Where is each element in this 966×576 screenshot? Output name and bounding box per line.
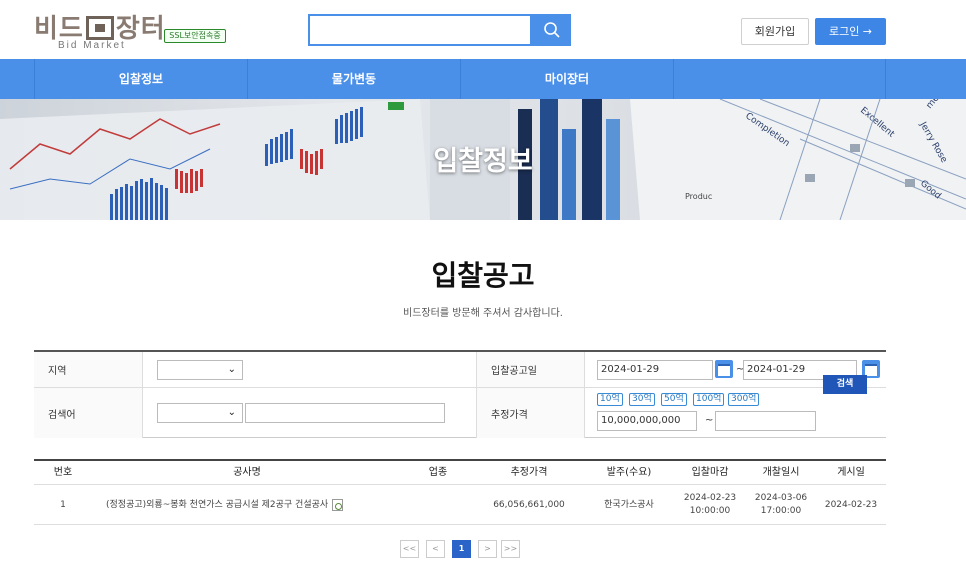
logo-subtitle: Bid Market: [58, 40, 126, 51]
region-select[interactable]: ⌄: [157, 360, 243, 380]
price-to-field[interactable]: [715, 411, 816, 431]
region-cell: ⌄: [142, 352, 476, 387]
row-deadline: 2024-02-23 10:00:00: [674, 485, 746, 525]
ssl-badge: SSL보안접속중: [164, 29, 226, 43]
prev-page-button[interactable]: <: [426, 540, 445, 558]
date-from-field[interactable]: 2024-01-29: [597, 360, 713, 380]
price-chip-300[interactable]: 300억: [728, 393, 760, 406]
price-chip-10[interactable]: 10억: [597, 393, 623, 406]
nav-item-empty: [673, 59, 886, 99]
nav-item-bid-info[interactable]: 입찰정보: [34, 59, 247, 99]
last-page-button[interactable]: >>: [501, 540, 520, 558]
search-input[interactable]: [308, 14, 532, 46]
row-number: 1: [60, 499, 66, 510]
column-header-opening: 개찰일시: [762, 467, 800, 478]
keyword-cell: ⌄: [142, 388, 476, 438]
page-title: 입찰공고: [431, 259, 535, 292]
price-label: 추정가격: [476, 388, 584, 438]
row-opening-date: 2024-03-06: [754, 493, 808, 503]
first-page-button[interactable]: <<: [400, 540, 419, 558]
keyword-label: 검색어: [34, 388, 142, 438]
row-opening: 2024-03-06 17:00:00: [746, 485, 816, 525]
form-row-keyword-price: 검색어 ⌄ 추정가격 10억 30억 50억 100억 300억 10,000,…: [34, 388, 886, 438]
site-header: 비드 장터 Bid Market SSL보안접속중 회원가입 로그인 →: [0, 0, 966, 59]
page-subtitle: 비드장터를 방문해 주셔서 감사합니다.: [403, 308, 563, 319]
login-button[interactable]: 로그인 →: [815, 18, 886, 45]
search-icon: [543, 22, 560, 38]
next-page-button[interactable]: >: [478, 540, 497, 558]
row-deadline-time: 10:00:00: [689, 506, 731, 516]
search-button[interactable]: [532, 14, 571, 46]
column-header-name: 공사명: [233, 467, 261, 478]
site-logo[interactable]: 비드 장터 Bid Market: [34, 8, 165, 56]
form-search-button[interactable]: 검색: [823, 375, 867, 394]
column-header-posted: 게시일: [837, 467, 865, 478]
calendar-icon[interactable]: [715, 360, 733, 378]
table-header: 번호 공사명 업종 추정가격 발주(수요) 입찰마감 개찰일시 게시일: [34, 459, 886, 485]
price-from-field[interactable]: 10,000,000,000: [597, 411, 697, 431]
row-deadline-date: 2024-02-23: [683, 493, 737, 503]
price-cell: 10억 30억 50억 100억 300억 10,000,000,000 ~: [584, 388, 886, 438]
row-price: 66,056,661,000: [493, 499, 565, 510]
date-label: 입찰공고일: [476, 352, 584, 387]
main-nav: 입찰정보 물가변동 마이장터: [0, 59, 966, 99]
page-number-button[interactable]: 1: [452, 540, 471, 558]
column-header-price: 추정가격: [510, 467, 548, 478]
banner-word-produc: Produc: [685, 192, 712, 201]
region-label: 지역: [34, 352, 142, 387]
price-chip-100[interactable]: 100억: [693, 393, 725, 406]
logo-box-icon: [85, 16, 114, 40]
nav-item-price-change[interactable]: 물가변동: [247, 59, 460, 99]
row-posted: 2024-02-23: [824, 499, 878, 510]
row-industry: [402, 485, 474, 525]
keyword-type-select[interactable]: ⌄: [157, 403, 243, 423]
chevron-down-icon: ⌄: [227, 407, 236, 418]
bid-title-link[interactable]: (정정공고)외룡~봉화 천연가스 공급시설 제2공구 건설공사: [106, 499, 328, 512]
chevron-down-icon: ⌄: [227, 364, 236, 375]
keyword-input[interactable]: [245, 403, 445, 423]
banner-title: 입찰정보: [433, 146, 533, 177]
price-chip-30[interactable]: 30억: [629, 393, 655, 406]
hero-banner: Completion Excellent Good Jerry Rose men…: [0, 99, 966, 220]
document-icon[interactable]: [332, 499, 344, 511]
signup-button[interactable]: 회원가입: [741, 18, 809, 45]
row-name-cell: (정정공고)외룡~봉화 천연가스 공급시설 제2공구 건설공사: [92, 485, 402, 525]
column-header-deadline: 입찰마감: [691, 467, 729, 478]
table-row[interactable]: 1 (정정공고)외룡~봉화 천연가스 공급시설 제2공구 건설공사 66,056…: [34, 485, 886, 525]
column-header-no: 번호: [53, 467, 73, 478]
row-opening-time: 17:00:00: [760, 506, 802, 516]
nav-item-my-market[interactable]: 마이장터: [460, 59, 673, 99]
column-header-client: 발주(수요): [606, 467, 652, 478]
column-header-industry: 업종: [428, 467, 448, 478]
price-range-separator: ~: [705, 415, 714, 426]
row-client: 한국가스공사: [604, 499, 654, 510]
form-row-region-date: 지역 ⌄ 입찰공고일 2024-01-29 ~ 2024-01-29: [34, 352, 886, 388]
search-form: 지역 ⌄ 입찰공고일 2024-01-29 ~ 2024-01-29 검색어 ⌄…: [34, 350, 886, 438]
price-chip-50[interactable]: 50억: [661, 393, 687, 406]
